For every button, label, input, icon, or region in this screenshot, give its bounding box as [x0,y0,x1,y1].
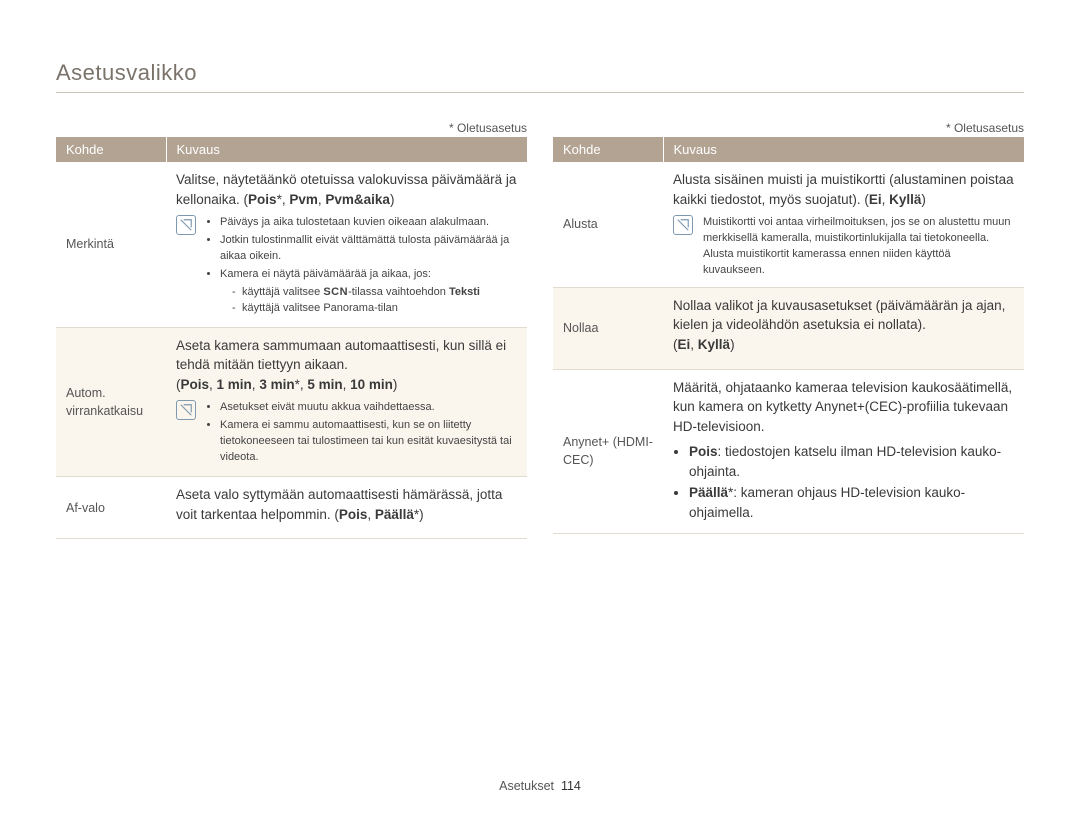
row-label: Nollaa [553,287,663,369]
row-label: Anynet+ (HDMI-CEC) [553,369,663,533]
title-rule [56,92,1024,93]
footer-section: Asetukset [499,779,554,793]
two-column-layout: * Oletusasetus Kohde Kuvaus Merkintä Val… [56,121,1024,539]
table-row: Alusta Alusta sisäinen muisti ja muistik… [553,162,1024,287]
note-sublist: käyttäjä valitsee SCN-tilassa vaihtoehdo… [220,285,517,317]
default-note-right: * Oletusasetus [553,121,1024,135]
table-row: Merkintä Valitse, näytetäänkö otetuissa … [56,162,527,327]
note-list: Päiväys ja aika tulostetaan kuvien oikea… [206,215,517,319]
table-row: Autom. virrankatkaisu Aseta kamera sammu… [56,327,527,476]
note-text: Muistikortti voi antaa virheilmoituksen,… [703,215,1014,279]
desc-text: Aseta kamera sammumaan automaattisesti, … [176,336,517,395]
page-title: Asetusvalikko [56,60,1024,86]
row-label: Merkintä [56,162,166,327]
desc-text: Aseta valo syttymään automaattisesti häm… [176,485,517,524]
note-box: Asetukset eivät muutu akkua vaihdettaess… [176,400,517,468]
th-kuvaus: Kuvaus [166,137,527,162]
left-column: * Oletusasetus Kohde Kuvaus Merkintä Val… [56,121,527,539]
table-row: Nollaa Nollaa valikot ja kuvausasetukset… [553,287,1024,369]
row-label: Autom. virrankatkaisu [56,327,166,476]
row-desc: Valitse, näytetäänkö otetuissa valokuvis… [166,162,527,327]
table-row: Anynet+ (HDMI-CEC) Määritä, ohjataanko k… [553,369,1024,533]
row-desc: Aseta kamera sammumaan automaattisesti, … [166,327,527,476]
row-desc: Nollaa valikot ja kuvausasetukset (päivä… [663,287,1024,369]
note-icon [673,215,693,235]
right-column: * Oletusasetus Kohde Kuvaus Alusta Alust… [553,121,1024,539]
row-desc: Alusta sisäinen muisti ja muistikortti (… [663,162,1024,287]
row-label: Alusta [553,162,663,287]
desc-text: Määritä, ohjataanko kameraa television k… [673,378,1014,437]
desc-text: Valitse, näytetäänkö otetuissa valokuvis… [176,170,517,209]
table-row: Af-valo Aseta valo syttymään automaattis… [56,477,527,539]
settings-table-right: Kohde Kuvaus Alusta Alusta sisäinen muis… [553,137,1024,534]
footer-page-number: 114 [561,779,581,793]
th-kohde: Kohde [553,137,663,162]
bullet-list: Pois: tiedostojen katselu ilman HD-telev… [673,442,1014,522]
th-kohde: Kohde [56,137,166,162]
default-note-left: * Oletusasetus [56,121,527,135]
note-list: Asetukset eivät muutu akkua vaihdettaess… [206,400,517,468]
page-footer: Asetukset 114 [0,779,1080,793]
note-box: Päiväys ja aika tulostetaan kuvien oikea… [176,215,517,319]
row-desc: Aseta valo syttymään automaattisesti häm… [166,477,527,539]
note-box: Muistikortti voi antaa virheilmoituksen,… [673,215,1014,279]
th-kuvaus: Kuvaus [663,137,1024,162]
note-icon [176,215,196,235]
page: Asetusvalikko * Oletusasetus Kohde Kuvau… [0,0,1080,539]
settings-table-left: Kohde Kuvaus Merkintä Valitse, näytetään… [56,137,527,539]
desc-text: Nollaa valikot ja kuvausasetukset (päivä… [673,296,1014,355]
row-desc: Määritä, ohjataanko kameraa television k… [663,369,1024,533]
desc-text: Alusta sisäinen muisti ja muistikortti (… [673,170,1014,209]
note-icon [176,400,196,420]
row-label: Af-valo [56,477,166,539]
